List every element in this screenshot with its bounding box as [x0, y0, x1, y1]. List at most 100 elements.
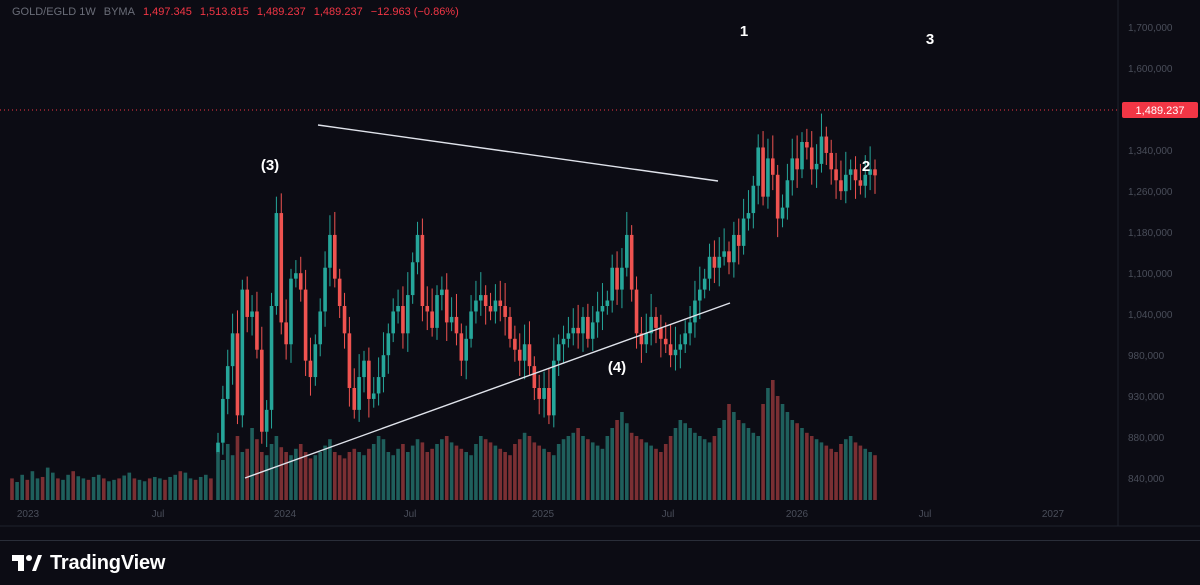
volume-bar — [444, 436, 449, 500]
candle-body — [595, 311, 600, 323]
volume-bar — [673, 428, 678, 500]
source-label: BYMA — [103, 6, 135, 18]
volume-bar — [71, 471, 75, 500]
volume-bar — [663, 444, 668, 500]
volume-bar — [766, 388, 770, 500]
chart-area[interactable]: 1,700,0001,600,0001,420,0001,340,0001,26… — [0, 0, 1200, 540]
candle-body — [873, 169, 877, 176]
candle-body — [571, 327, 576, 334]
y-tick-label: 1,340,000 — [1128, 146, 1173, 157]
volume-bar — [86, 479, 91, 500]
volume-bar — [264, 455, 269, 500]
candle-body — [508, 316, 512, 339]
change-value: −12.963 (−0.86%) — [370, 6, 459, 18]
volume-bar — [508, 455, 512, 500]
candle-body — [328, 234, 332, 268]
volume-bar — [746, 428, 751, 500]
volume-bar — [790, 420, 795, 500]
volume-bar — [620, 412, 624, 500]
symbol-name[interactable]: GOLD/EGLD 1W — [12, 6, 96, 18]
volume-bar — [717, 428, 722, 500]
volume-bar — [561, 439, 566, 500]
volume-bar — [678, 420, 683, 500]
volume-bar — [868, 452, 872, 500]
volume-bar — [629, 432, 634, 500]
candle-body — [449, 316, 454, 323]
candle-body — [406, 295, 410, 334]
candle-body — [848, 169, 853, 175]
volume-bar — [727, 404, 731, 500]
volume-bar — [96, 474, 101, 500]
volume-bar — [464, 452, 468, 500]
candle-body — [371, 393, 376, 399]
candle-body — [323, 267, 327, 312]
candle-body — [736, 234, 741, 246]
volume-bar — [576, 428, 580, 500]
volume-bar — [649, 445, 653, 500]
volume-bar — [532, 442, 537, 500]
tradingview-logo[interactable]: TradingView — [12, 552, 165, 575]
candle-body — [795, 158, 799, 170]
x-tick-label: 2027 — [1042, 509, 1065, 520]
candle-body — [547, 388, 551, 416]
volume-bar — [517, 439, 522, 500]
candle-body — [245, 289, 249, 317]
volume-bar — [284, 452, 288, 500]
price-chart[interactable]: 1,700,0001,600,0001,420,0001,340,0001,26… — [0, 0, 1200, 540]
volume-bar — [163, 479, 167, 500]
candle-body — [780, 207, 785, 219]
volume-bar — [503, 452, 507, 500]
volume-bar — [112, 479, 116, 500]
volume-bar — [732, 412, 736, 500]
volume-bar — [440, 439, 444, 500]
candle-body — [766, 158, 770, 197]
volume-bar — [761, 404, 765, 500]
volume-bar — [76, 476, 81, 500]
volume-bar — [410, 445, 415, 500]
candle-body — [264, 409, 269, 432]
candle-body — [542, 388, 546, 399]
volume-bar — [323, 445, 327, 500]
candle-body — [751, 185, 756, 214]
candle-body — [581, 316, 585, 334]
volume-bar — [230, 455, 235, 500]
volume-bar — [198, 476, 203, 500]
volume-bar — [357, 452, 361, 500]
candle-body — [552, 360, 556, 416]
candle-body — [303, 289, 308, 361]
candle-body — [620, 267, 624, 290]
candle-body — [376, 377, 381, 394]
candle-body — [590, 322, 595, 339]
candle-body — [644, 333, 649, 345]
volume-bar — [590, 442, 595, 500]
volume-bar — [102, 478, 106, 500]
volume-bar — [756, 436, 760, 500]
volume-bar — [537, 445, 541, 500]
volume-bar — [235, 436, 240, 500]
candle-body — [459, 333, 464, 361]
candle-body — [430, 311, 434, 328]
volume-bar — [425, 452, 430, 500]
candle-body — [425, 306, 430, 312]
candle-body — [853, 169, 858, 181]
volume-bar — [347, 452, 352, 500]
volume-bar — [873, 455, 877, 500]
candle-body — [415, 234, 420, 263]
volume-bar — [56, 478, 60, 500]
candle-body — [654, 316, 658, 328]
upper-trendline — [317, 124, 719, 182]
candle-body — [420, 234, 425, 306]
volume-bar — [566, 436, 571, 500]
candle-body — [337, 278, 342, 306]
candle-body — [634, 289, 639, 334]
candle-body — [712, 256, 717, 268]
volume-bar — [367, 448, 371, 500]
y-tick-label: 880,000 — [1128, 433, 1165, 444]
y-tick-label: 980,000 — [1128, 351, 1165, 362]
volume-bar — [853, 442, 858, 500]
candle-body — [498, 300, 503, 306]
candle-body — [741, 218, 746, 246]
volume-bar — [204, 474, 208, 500]
open-value: 1,497.345 — [142, 6, 192, 18]
candle-body — [556, 344, 561, 361]
